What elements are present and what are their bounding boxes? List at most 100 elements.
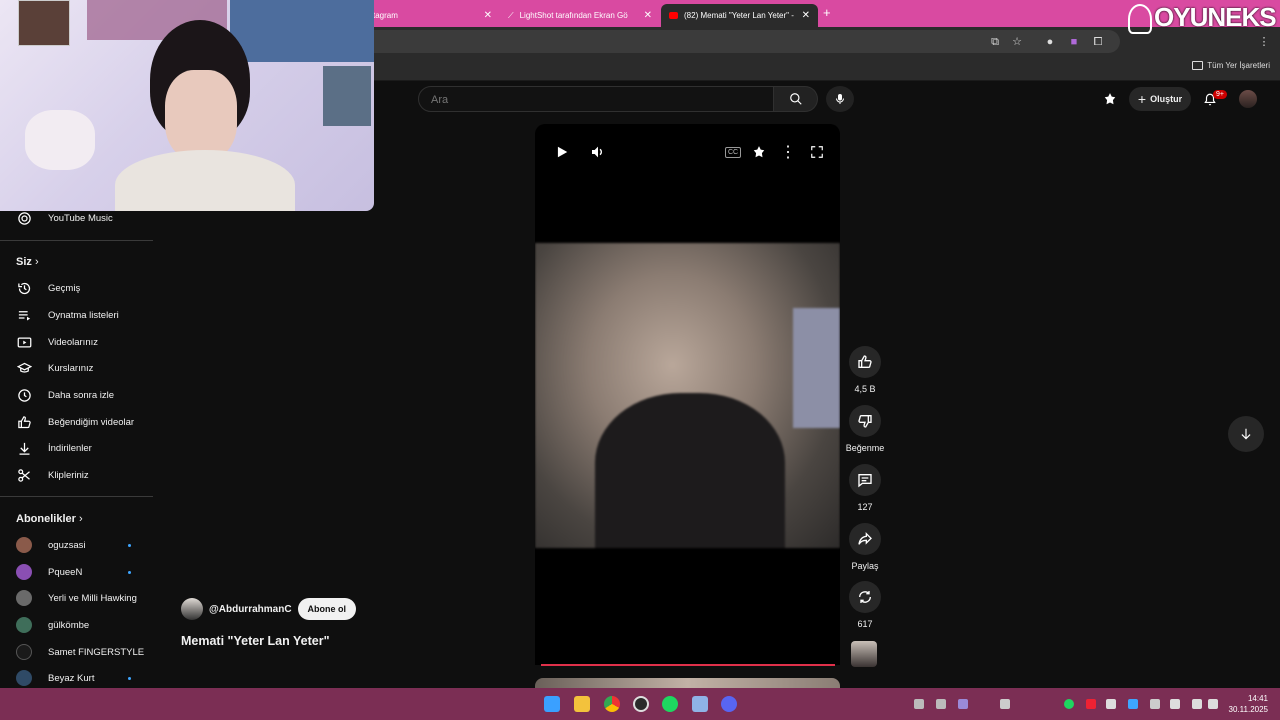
channel-avatar[interactable] — [181, 598, 203, 620]
subscription-item[interactable]: Samet FINGERSTYLE — [16, 642, 144, 662]
discord-icon[interactable] — [721, 696, 737, 712]
search-button[interactable] — [774, 86, 818, 112]
shorts-player[interactable]: CC ⋮ — [535, 124, 840, 665]
close-tab-icon[interactable]: ✕ — [484, 10, 492, 21]
subscription-item[interactable]: Yerli ve Milli Hawking — [16, 588, 137, 608]
spotify-tray-icon[interactable] — [1064, 699, 1074, 709]
create-button[interactable]: + Oluştur — [1129, 87, 1191, 111]
system-clock[interactable]: 14:41 30.11.2025 — [1229, 693, 1268, 715]
new-tab-icon[interactable]: + — [823, 5, 831, 20]
windows-start-icon[interactable] — [544, 696, 560, 712]
tray-icon[interactable] — [1150, 699, 1160, 709]
sound-thumbnail[interactable] — [851, 641, 877, 667]
search-input[interactable] — [429, 93, 753, 107]
microphone-icon[interactable] — [1170, 699, 1180, 709]
share-icon — [858, 532, 872, 545]
notification-badge: 9+ — [1213, 90, 1227, 99]
channel-avatar — [16, 670, 32, 686]
all-bookmarks-button[interactable]: Tüm Yer İşaretleri — [1192, 61, 1270, 70]
like-count: 4,5 B — [854, 384, 876, 394]
tray-icon[interactable] — [958, 699, 968, 709]
video-title[interactable]: Memati "Yeter Lan Yeter" — [181, 634, 330, 648]
tray-icon[interactable] — [914, 699, 924, 709]
captions-icon[interactable]: CC — [723, 142, 743, 162]
tab-instagram[interactable]: tagram ✕ — [365, 4, 500, 27]
extension-icon[interactable]: ■ — [1067, 35, 1081, 49]
channel-row: @AbdurrahmanC Abone ol — [181, 598, 357, 620]
channel-handle[interactable]: @AbdurrahmanC — [209, 604, 292, 615]
sidebar-item-watch-later[interactable]: Daha sonra izle — [16, 385, 114, 405]
close-tab-icon[interactable]: ✕ — [802, 10, 810, 21]
courses-icon — [16, 360, 32, 376]
channel-avatar — [16, 644, 32, 660]
remix-button[interactable]: 617 — [848, 581, 882, 629]
like-button[interactable]: 4,5 B — [848, 346, 882, 394]
subscriptions-section-header[interactable]: Abonelikler › — [16, 513, 83, 525]
subscription-item[interactable]: oguzsasi — [16, 535, 86, 555]
sidebar-item-downloads[interactable]: İndirilenler — [16, 438, 92, 458]
obs-icon[interactable] — [633, 696, 649, 712]
fullscreen-icon[interactable] — [807, 142, 827, 162]
windows-taskbar: 14:41 30.11.2025 — [0, 688, 1280, 720]
sidebar-item-playlists[interactable]: Oynatma listeleri — [16, 305, 119, 325]
sidebar-item-your-videos[interactable]: Videolarınız — [16, 332, 98, 352]
sidebar-item-clips[interactable]: Klipleriniz — [16, 465, 89, 485]
puzzle-icon[interactable]: ⧠ — [1091, 35, 1105, 49]
volume-icon[interactable] — [588, 142, 608, 162]
new-content-dot — [128, 571, 131, 574]
play-icon[interactable] — [552, 142, 572, 162]
voice-search-button[interactable] — [826, 86, 854, 112]
search-box[interactable] — [418, 86, 774, 112]
chevron-right-icon: › — [34, 256, 39, 268]
broadcast-icon[interactable] — [749, 142, 769, 162]
subscription-item[interactable]: gülkömbe — [16, 615, 89, 635]
tray-icon[interactable] — [936, 699, 946, 709]
account-avatar[interactable] — [1239, 90, 1257, 108]
tray-icon[interactable] — [1000, 699, 1010, 709]
person-shirt — [115, 150, 295, 211]
network-icon[interactable] — [1192, 699, 1202, 709]
tray-icon[interactable] — [1086, 699, 1096, 709]
sidebar-item-youtube-music[interactable]: YouTube Music — [16, 208, 113, 228]
tab-youtube-active[interactable]: (82) Memati "Yeter Lan Yeter" - ✕ — [661, 4, 818, 27]
next-short-preview[interactable] — [535, 678, 840, 688]
playlist-icon — [16, 307, 32, 323]
chrome-icon[interactable] — [604, 696, 620, 712]
spotify-icon[interactable] — [662, 696, 678, 712]
page-icon: ⟋ — [508, 10, 514, 20]
volume-icon[interactable] — [1208, 699, 1218, 709]
file-explorer-icon[interactable] — [574, 696, 590, 712]
dislike-button[interactable]: Beğenme — [845, 405, 885, 453]
app-icon[interactable] — [692, 696, 708, 712]
subscription-item[interactable]: Beyaz Kurt — [16, 668, 94, 688]
tab-lightshot[interactable]: ⟋ LightShot tarafından Ekran Gö ✕ — [500, 4, 660, 27]
search-icon — [789, 93, 802, 105]
bookmark-star-icon[interactable]: ☆ — [1010, 35, 1024, 49]
subscription-item[interactable]: PqueeN — [16, 562, 82, 582]
comment-count: 127 — [857, 502, 873, 512]
video-progress-bar[interactable] — [541, 664, 835, 666]
extension-icon[interactable]: ● — [1043, 35, 1057, 49]
next-short-button[interactable] — [1228, 416, 1264, 452]
subscribe-button[interactable]: Abone ol — [297, 598, 357, 620]
steam-icon[interactable] — [1106, 699, 1116, 709]
channel-avatar — [16, 537, 32, 553]
sidebar-item-liked-videos[interactable]: Beğendiğim videolar — [16, 412, 134, 432]
video-frame — [535, 243, 840, 548]
comments-button[interactable]: 127 — [848, 464, 882, 512]
you-section-header[interactable]: Siz › — [16, 256, 39, 268]
watch-later-icon — [16, 387, 32, 403]
sidebar-item-history[interactable]: Geçmiş — [16, 278, 80, 298]
wall-poster — [230, 0, 374, 62]
more-options-icon[interactable]: ⋮ — [778, 142, 798, 162]
share-button[interactable]: Paylaş — [848, 523, 882, 571]
menu-icon[interactable]: ⋮ — [1257, 35, 1271, 49]
broadcast-icon[interactable] — [1103, 92, 1117, 111]
new-content-dot — [128, 544, 131, 547]
tray-icon[interactable] — [1128, 699, 1138, 709]
sidebar-item-courses[interactable]: Kurslarınız — [16, 358, 93, 378]
blurred-person — [595, 393, 785, 548]
cast-icon[interactable]: ⧉ — [988, 35, 1002, 49]
close-tab-icon[interactable]: ✕ — [644, 10, 652, 21]
streamer-inset-cam — [18, 0, 70, 46]
